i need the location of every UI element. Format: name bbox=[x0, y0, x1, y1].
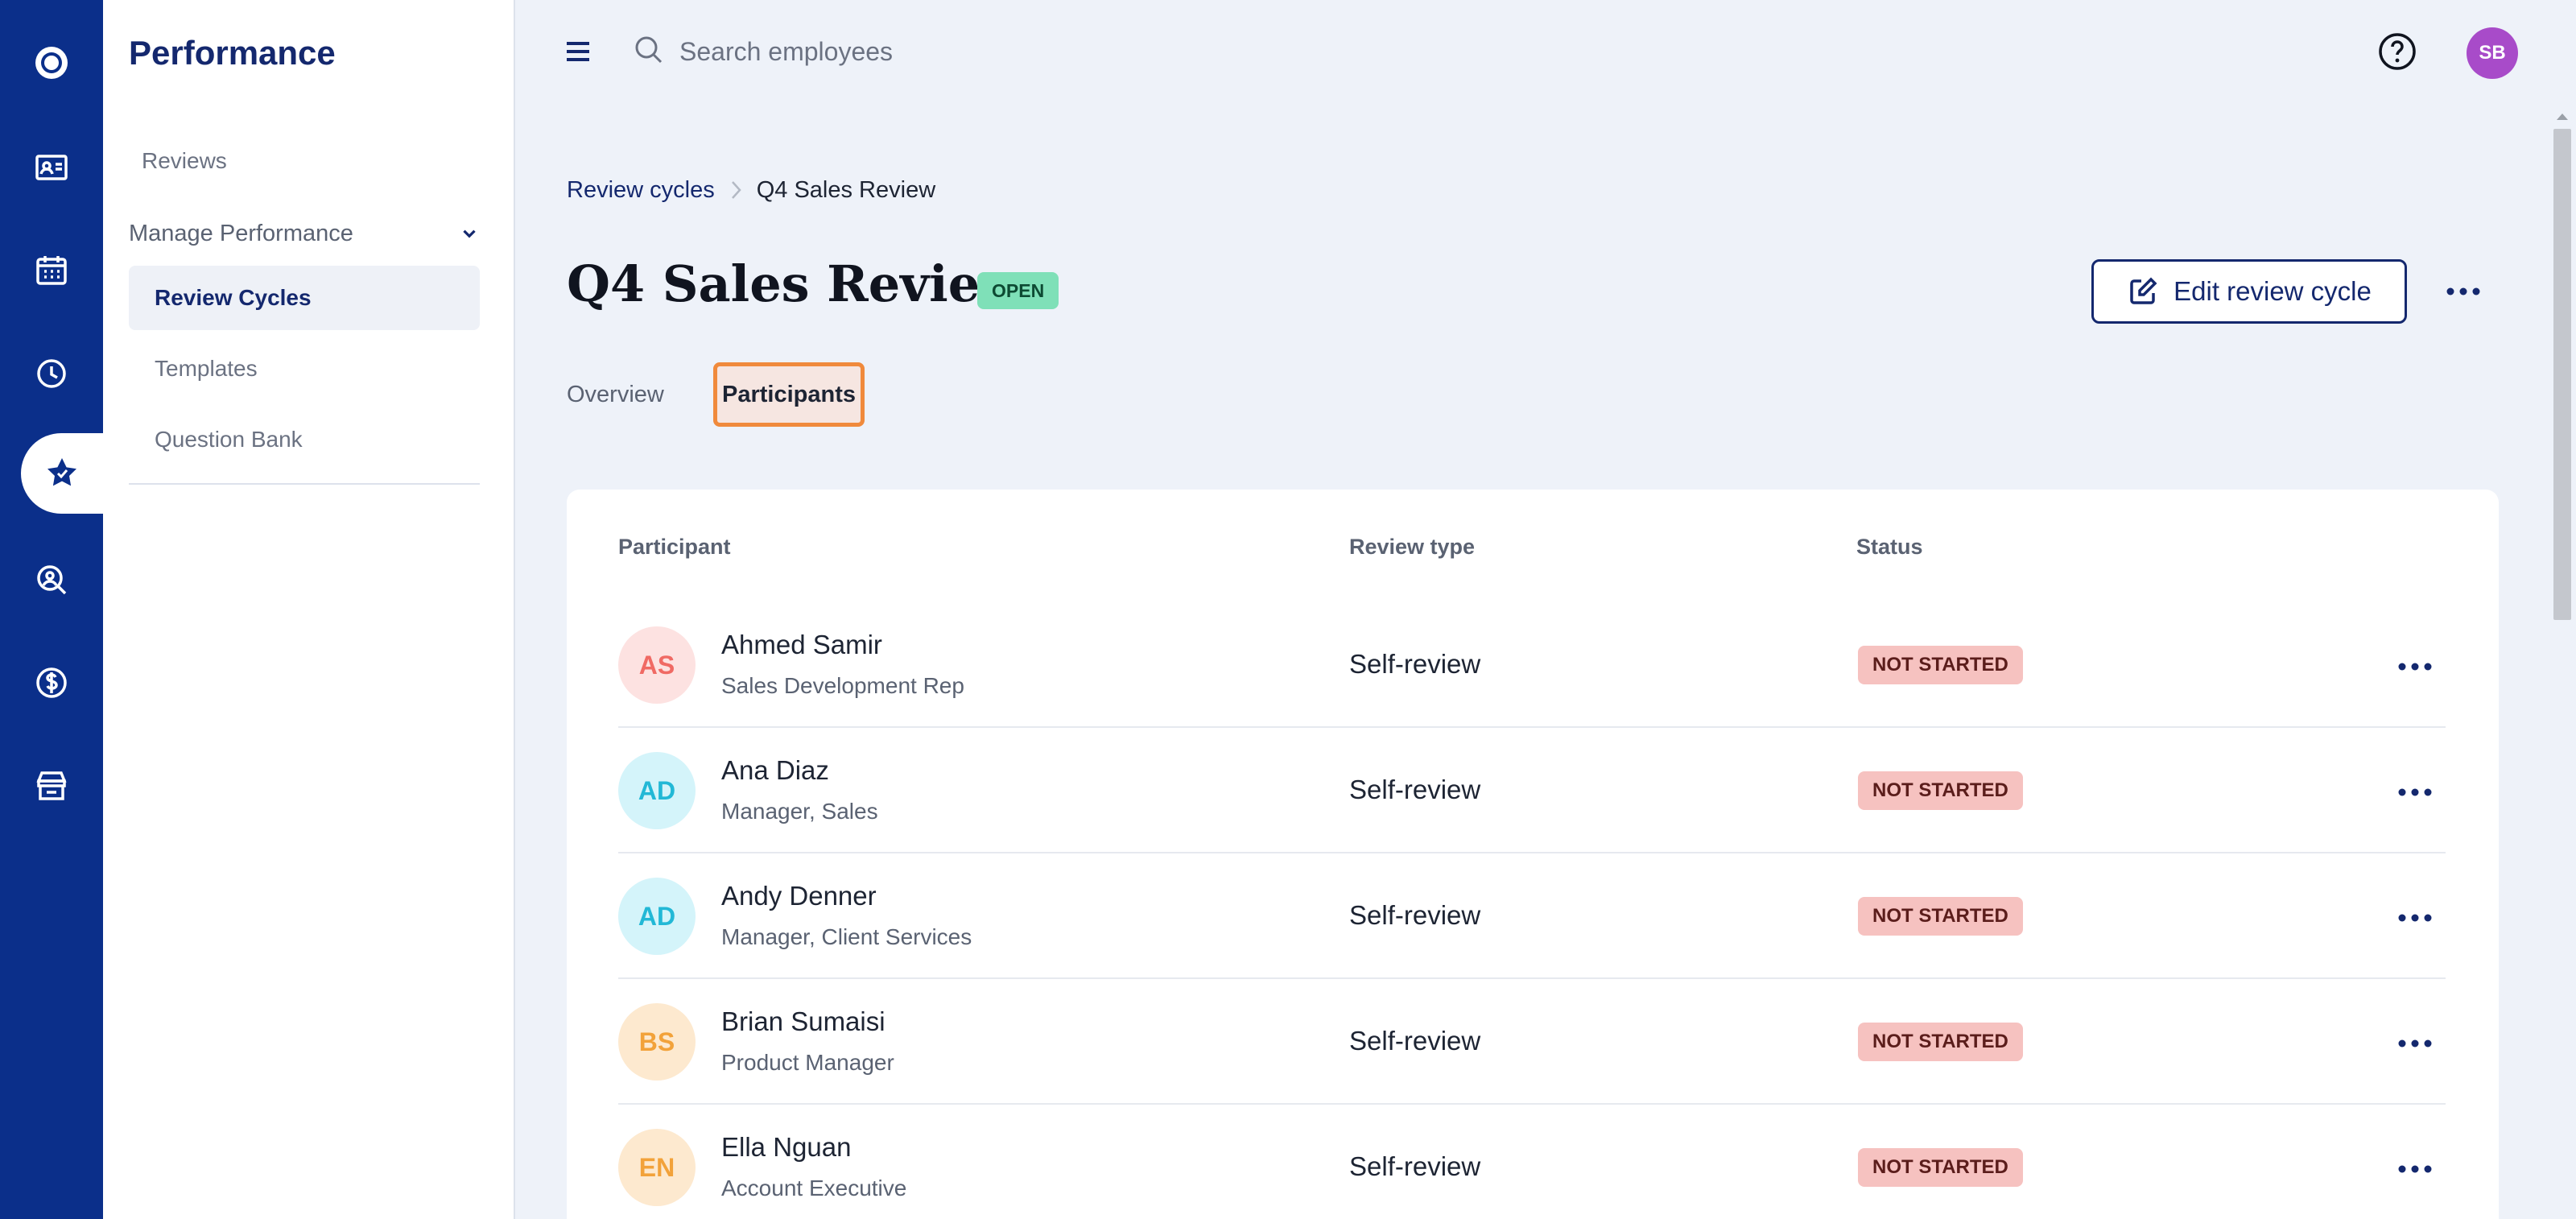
participant-name: Ahmed Samir bbox=[721, 630, 882, 659]
status-badge: NOT STARTED bbox=[1858, 897, 2023, 936]
participant-role: Sales Development Rep bbox=[721, 673, 964, 698]
participant-avatar: AS bbox=[618, 626, 696, 704]
table-row[interactable]: AD Andy Denner Manager, Client Services … bbox=[618, 853, 2446, 979]
help-icon[interactable] bbox=[2376, 31, 2418, 72]
column-header-review-type: Review type bbox=[1349, 535, 1476, 559]
participant-avatar: AD bbox=[618, 878, 696, 955]
sidebar-item-review-cycles[interactable]: Review Cycles bbox=[129, 266, 480, 330]
breadcrumb: Review cycles Q4 Sales Review bbox=[567, 174, 935, 206]
edit-review-cycle-button[interactable]: Edit review cycle bbox=[2091, 259, 2407, 324]
status-badge: NOT STARTED bbox=[1858, 1023, 2023, 1061]
review-type: Self-review bbox=[1349, 775, 1481, 804]
row-more-options-icon[interactable] bbox=[2394, 905, 2436, 931]
column-header-participant: Participant bbox=[618, 535, 731, 559]
status-badge: OPEN bbox=[977, 272, 1059, 309]
star-badge-icon[interactable] bbox=[21, 433, 103, 514]
sidebar-group-manage-performance[interactable]: Manage Performance bbox=[129, 217, 480, 250]
dollar-circle-icon[interactable] bbox=[0, 643, 103, 723]
breadcrumb-current: Q4 Sales Review bbox=[756, 176, 936, 203]
participant-name: Ella Nguan bbox=[721, 1132, 852, 1162]
secondary-sidebar: Performance Reviews Manage Performance R… bbox=[103, 0, 515, 1219]
participant-role: Account Executive bbox=[721, 1176, 907, 1200]
row-more-options-icon[interactable] bbox=[2394, 779, 2436, 805]
scrollbar-thumb[interactable] bbox=[2553, 129, 2571, 620]
more-options-icon[interactable] bbox=[2442, 279, 2484, 304]
page-title: Q4 Sales Review bbox=[567, 254, 1023, 313]
edit-review-cycle-label: Edit review cycle bbox=[2174, 276, 2372, 306]
contact-card-icon[interactable] bbox=[0, 127, 103, 208]
clock-icon[interactable] bbox=[0, 333, 103, 414]
review-type: Self-review bbox=[1349, 1151, 1481, 1181]
table-row[interactable]: AS Ahmed Samir Sales Development Rep Sel… bbox=[618, 602, 2446, 728]
status-badge: NOT STARTED bbox=[1858, 646, 2023, 684]
table-row[interactable]: EN Ella Nguan Account Executive Self-rev… bbox=[618, 1105, 2446, 1219]
participant-role: Product Manager bbox=[721, 1050, 894, 1075]
participant-avatar: BS bbox=[618, 1003, 696, 1081]
row-more-options-icon[interactable] bbox=[2394, 654, 2436, 680]
participant-role: Manager, Sales bbox=[721, 799, 878, 824]
search-icon bbox=[635, 36, 663, 64]
participant-avatar: AD bbox=[618, 752, 696, 829]
status-badge: NOT STARTED bbox=[1858, 1148, 2023, 1187]
table-row[interactable]: BS Brian Sumaisi Product Manager Self-re… bbox=[618, 979, 2446, 1105]
table-row[interactable]: AD Ana Diaz Manager, Sales Self-review N… bbox=[618, 728, 2446, 853]
review-type: Self-review bbox=[1349, 1026, 1481, 1056]
icon-rail bbox=[0, 0, 103, 1219]
column-header-status: Status bbox=[1856, 535, 1923, 559]
storefront-icon[interactable] bbox=[0, 746, 103, 826]
edit-icon bbox=[2130, 277, 2157, 304]
row-more-options-icon[interactable] bbox=[2394, 1031, 2436, 1056]
sidebar-item-reviews[interactable]: Reviews bbox=[142, 148, 227, 174]
sidebar-item-question-bank[interactable]: Question Bank bbox=[129, 407, 480, 472]
participant-name: Andy Denner bbox=[721, 881, 877, 911]
search-input[interactable] bbox=[679, 29, 1404, 74]
sidebar-group-label: Manage Performance bbox=[129, 220, 353, 246]
sidebar-item-templates[interactable]: Templates bbox=[129, 337, 480, 401]
participant-name: Brian Sumaisi bbox=[721, 1006, 886, 1036]
chevron-down-icon bbox=[463, 229, 476, 238]
sidebar-title: Performance bbox=[129, 34, 336, 72]
participant-role: Manager, Client Services bbox=[721, 924, 972, 949]
participant-name: Ana Diaz bbox=[721, 755, 829, 785]
status-badge: NOT STARTED bbox=[1858, 771, 2023, 810]
row-more-options-icon[interactable] bbox=[2394, 1156, 2436, 1182]
user-avatar[interactable]: SB bbox=[2467, 27, 2518, 79]
review-type: Self-review bbox=[1349, 900, 1481, 930]
hamburger-menu-icon[interactable] bbox=[564, 37, 592, 66]
scroll-up-arrow-icon[interactable] bbox=[2553, 110, 2571, 124]
breadcrumb-link-review-cycles[interactable]: Review cycles bbox=[567, 177, 715, 204]
chevron-right-icon bbox=[731, 181, 741, 199]
tab-participants[interactable]: Participants bbox=[713, 362, 865, 427]
calendar-icon[interactable] bbox=[0, 230, 103, 311]
logo-icon[interactable] bbox=[0, 23, 103, 103]
tab-overview[interactable]: Overview bbox=[567, 378, 664, 411]
person-search-icon[interactable] bbox=[0, 539, 103, 620]
participant-avatar: EN bbox=[618, 1129, 696, 1206]
sidebar-divider bbox=[129, 483, 480, 485]
review-type: Self-review bbox=[1349, 649, 1481, 679]
